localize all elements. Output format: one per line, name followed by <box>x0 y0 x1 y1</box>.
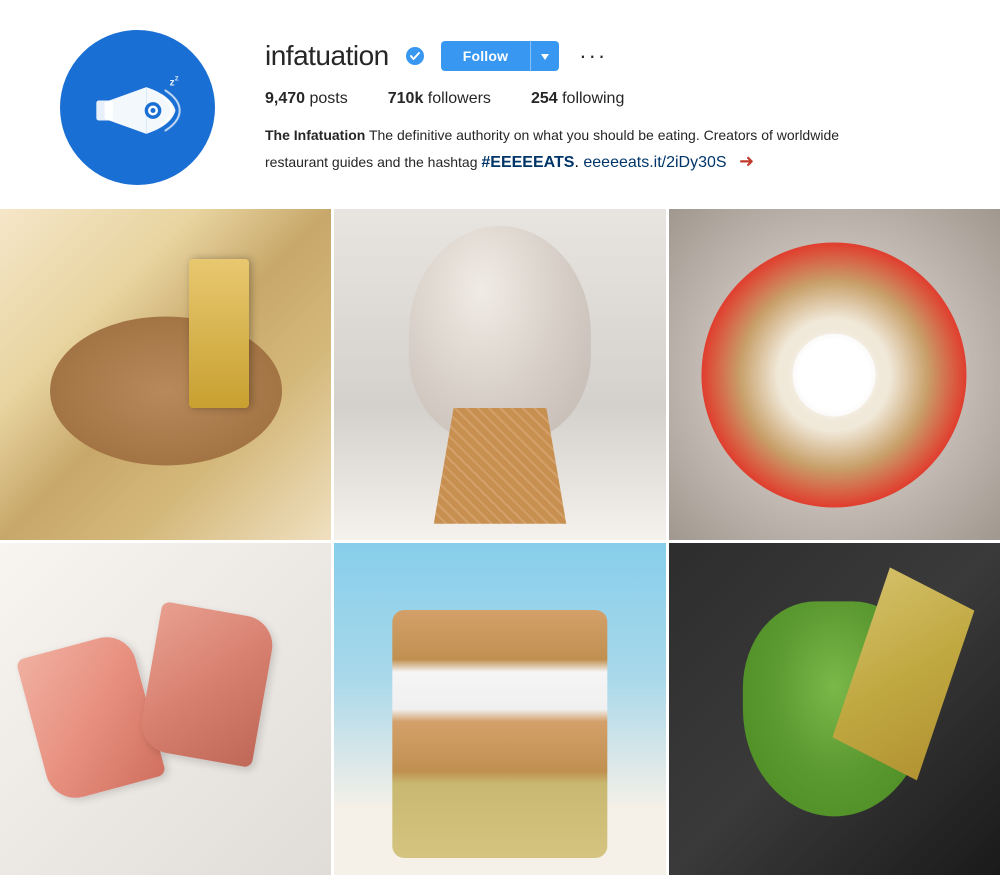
verified-badge-icon <box>405 46 425 66</box>
megaphone-icon: z z <box>88 68 188 148</box>
avatar-container: z z <box>60 30 215 185</box>
arrow-indicator: ➜ <box>739 151 754 171</box>
photo-cell-cookie-sandwich[interactable] <box>334 543 665 874</box>
posts-stat: 9,470 posts <box>265 90 348 108</box>
username: infatuation <box>265 40 389 72</box>
avatar: z z <box>60 30 215 185</box>
follow-button-group: Follow <box>441 41 560 71</box>
photo-cell-sushi[interactable] <box>0 543 331 874</box>
more-options-button[interactable]: ··· <box>575 45 611 67</box>
bio-name: The Infatuation <box>265 127 365 143</box>
posts-count: 9,470 <box>265 90 305 107</box>
following-count: 254 <box>531 90 558 107</box>
chevron-down-icon <box>541 54 549 60</box>
posts-label: posts <box>310 90 348 107</box>
stats-row: 9,470 posts 710k followers 254 following <box>265 90 960 108</box>
followers-count: 710k <box>388 90 424 107</box>
bio-text: The Infatuation The definitive authority… <box>265 124 845 175</box>
bio-website-link[interactable]: eeeeeats.it/2iDy30S <box>583 154 726 171</box>
profile-header: z z infatuation Follow ··· <box>0 0 1000 205</box>
bio-separator: . <box>574 154 578 171</box>
following-label: following <box>562 90 624 107</box>
photo-cell-icecream[interactable] <box>334 209 665 540</box>
photo-cell-pancake[interactable] <box>0 209 331 540</box>
profile-info: infatuation Follow ··· 9,470 posts <box>265 30 960 175</box>
photo-cell-pizza[interactable] <box>669 209 1000 540</box>
bio-hashtag-link[interactable]: #EEEEEATS <box>481 154 574 171</box>
follow-dropdown-button[interactable] <box>530 41 559 71</box>
photo-cell-guacamole[interactable] <box>669 543 1000 874</box>
follow-button[interactable]: Follow <box>441 41 531 71</box>
photo-grid <box>0 209 1000 875</box>
profile-top-row: infatuation Follow ··· <box>265 40 960 72</box>
following-stat: 254 following <box>531 90 624 108</box>
followers-label: followers <box>428 90 491 107</box>
svg-text:z: z <box>174 72 178 82</box>
followers-stat: 710k followers <box>388 90 491 108</box>
bio-section: The Infatuation The definitive authority… <box>265 124 845 175</box>
